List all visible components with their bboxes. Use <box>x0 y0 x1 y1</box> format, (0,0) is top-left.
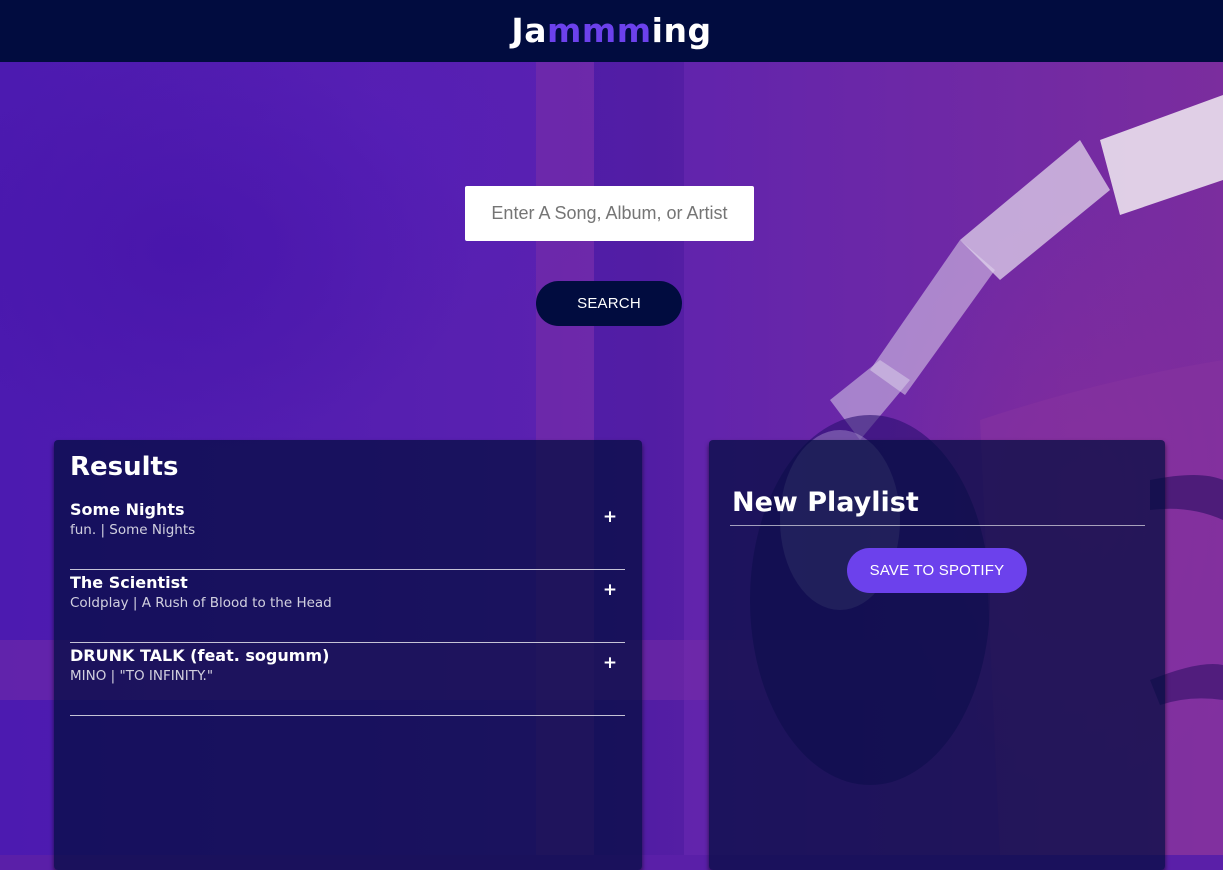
track-info: fun. | Some Nights <box>70 522 196 538</box>
plus-icon: + <box>602 580 618 600</box>
save-to-spotify-button[interactable]: SAVE TO SPOTIFY <box>847 548 1027 593</box>
logo-suffix: ing <box>651 10 712 50</box>
logo-accent: mmm <box>546 10 652 50</box>
track-name: DRUNK TALK (feat. sogumm) <box>70 646 330 665</box>
track-info: Coldplay | A Rush of Blood to the Head <box>70 595 332 611</box>
track-info: MINO | "TO INFINITY." <box>70 668 214 684</box>
add-track-button[interactable]: + <box>601 579 619 601</box>
logo-prefix: Ja <box>511 10 547 50</box>
add-track-button[interactable]: + <box>601 506 619 528</box>
track-list: Some Nights fun. | Some Nights + The Sci… <box>70 497 625 716</box>
playlist-name-input[interactable] <box>730 484 1145 526</box>
app-logo: Jammming <box>511 11 711 50</box>
plus-icon: + <box>602 507 618 527</box>
add-track-button[interactable]: + <box>601 652 619 674</box>
search-button[interactable]: SEARCH <box>536 281 682 326</box>
search-input[interactable] <box>465 186 754 241</box>
track-name: Some Nights <box>70 500 185 519</box>
playlist-panel: SAVE TO SPOTIFY <box>709 440 1165 870</box>
results-panel: Results Some Nights fun. | Some Nights +… <box>54 440 642 870</box>
track-name: The Scientist <box>70 573 188 592</box>
track-row: Some Nights fun. | Some Nights + <box>70 497 625 570</box>
track-row: The Scientist Coldplay | A Rush of Blood… <box>70 570 625 643</box>
plus-icon: + <box>602 653 618 673</box>
track-row: DRUNK TALK (feat. sogumm) MINO | "TO INF… <box>70 643 625 716</box>
results-title: Results <box>70 452 179 482</box>
app-header: Jammming <box>0 0 1223 62</box>
